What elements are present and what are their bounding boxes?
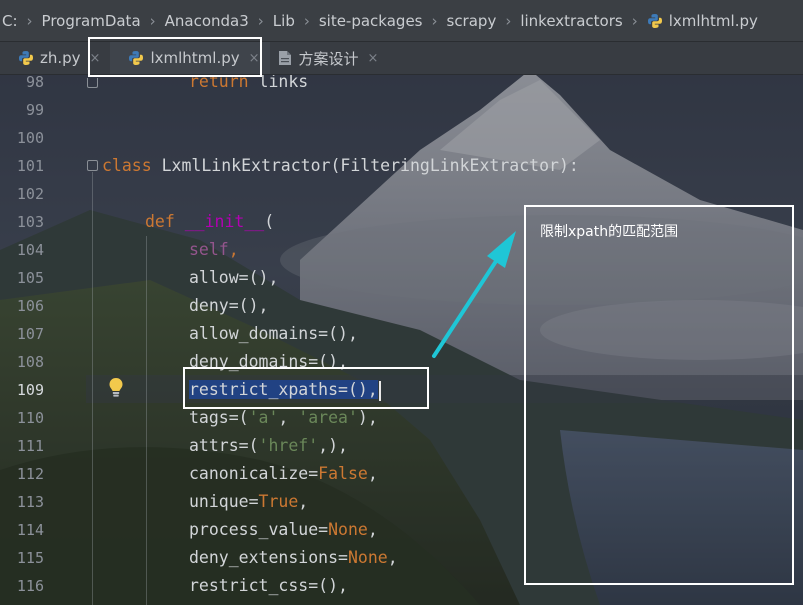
breadcrumb-item-scrapy[interactable]: scrapy bbox=[447, 12, 497, 30]
code-line-106: deny=(), bbox=[189, 296, 269, 315]
breadcrumb-item-lxmlhtml[interactable]: lxmlhtml.py bbox=[647, 12, 758, 30]
lightbulb-icon[interactable] bbox=[108, 377, 124, 399]
code-line-115: deny_extensions=None, bbox=[189, 548, 398, 567]
code-line-114: process_value=None, bbox=[189, 520, 378, 539]
breadcrumb-separator: › bbox=[631, 11, 638, 30]
highlight-box-restrict-xpaths bbox=[183, 367, 429, 409]
breadcrumb-item-linkextractors[interactable]: linkextractors bbox=[520, 12, 622, 30]
tab-fangan-sheji[interactable]: 方案设计 × bbox=[270, 42, 389, 74]
code-line-113: unique=True, bbox=[189, 492, 309, 511]
breadcrumb-separator: › bbox=[257, 11, 264, 30]
breadcrumb-separator: › bbox=[149, 11, 156, 30]
tab-label: zh.py bbox=[40, 49, 81, 67]
breadcrumb-separator: › bbox=[303, 11, 310, 30]
code-line-111: attrs=('href',), bbox=[189, 436, 348, 455]
breadcrumb-separator: › bbox=[505, 11, 512, 30]
breadcrumb-item-drive[interactable]: C: bbox=[2, 12, 18, 30]
python-file-icon bbox=[19, 51, 33, 65]
breadcrumb: C: › ProgramData › Anaconda3 › Lib › sit… bbox=[0, 0, 803, 42]
code-line-112: canonicalize=False, bbox=[189, 464, 378, 483]
breadcrumb-item-lib[interactable]: Lib bbox=[273, 12, 295, 30]
highlight-box-active-tab bbox=[88, 37, 262, 77]
code-line-103: def __init__( bbox=[145, 212, 275, 231]
tab-label: 方案设计 bbox=[298, 49, 359, 68]
code-line-104: self, bbox=[189, 240, 239, 259]
close-icon[interactable]: × bbox=[368, 51, 379, 66]
breadcrumb-separator: › bbox=[431, 11, 438, 30]
breadcrumb-item-programdata[interactable]: ProgramData bbox=[42, 12, 141, 30]
python-file-icon bbox=[647, 13, 662, 28]
code-line-105: allow=(), bbox=[189, 268, 279, 287]
annotation-note-box: 限制xpath的匹配范围 bbox=[524, 205, 794, 585]
breadcrumb-item-anaconda3[interactable]: Anaconda3 bbox=[165, 12, 249, 30]
breadcrumb-separator: › bbox=[26, 11, 33, 30]
annotation-note-text: 限制xpath的匹配范围 bbox=[540, 224, 679, 240]
code-line-101: class LxmlLinkExtractor(FilteringLinkExt… bbox=[102, 156, 579, 175]
code-line-116: restrict_css=(), bbox=[189, 576, 348, 595]
code-line-107: allow_domains=(), bbox=[189, 324, 358, 343]
document-icon bbox=[278, 51, 291, 65]
breadcrumb-item-site-packages[interactable]: site-packages bbox=[319, 12, 423, 30]
